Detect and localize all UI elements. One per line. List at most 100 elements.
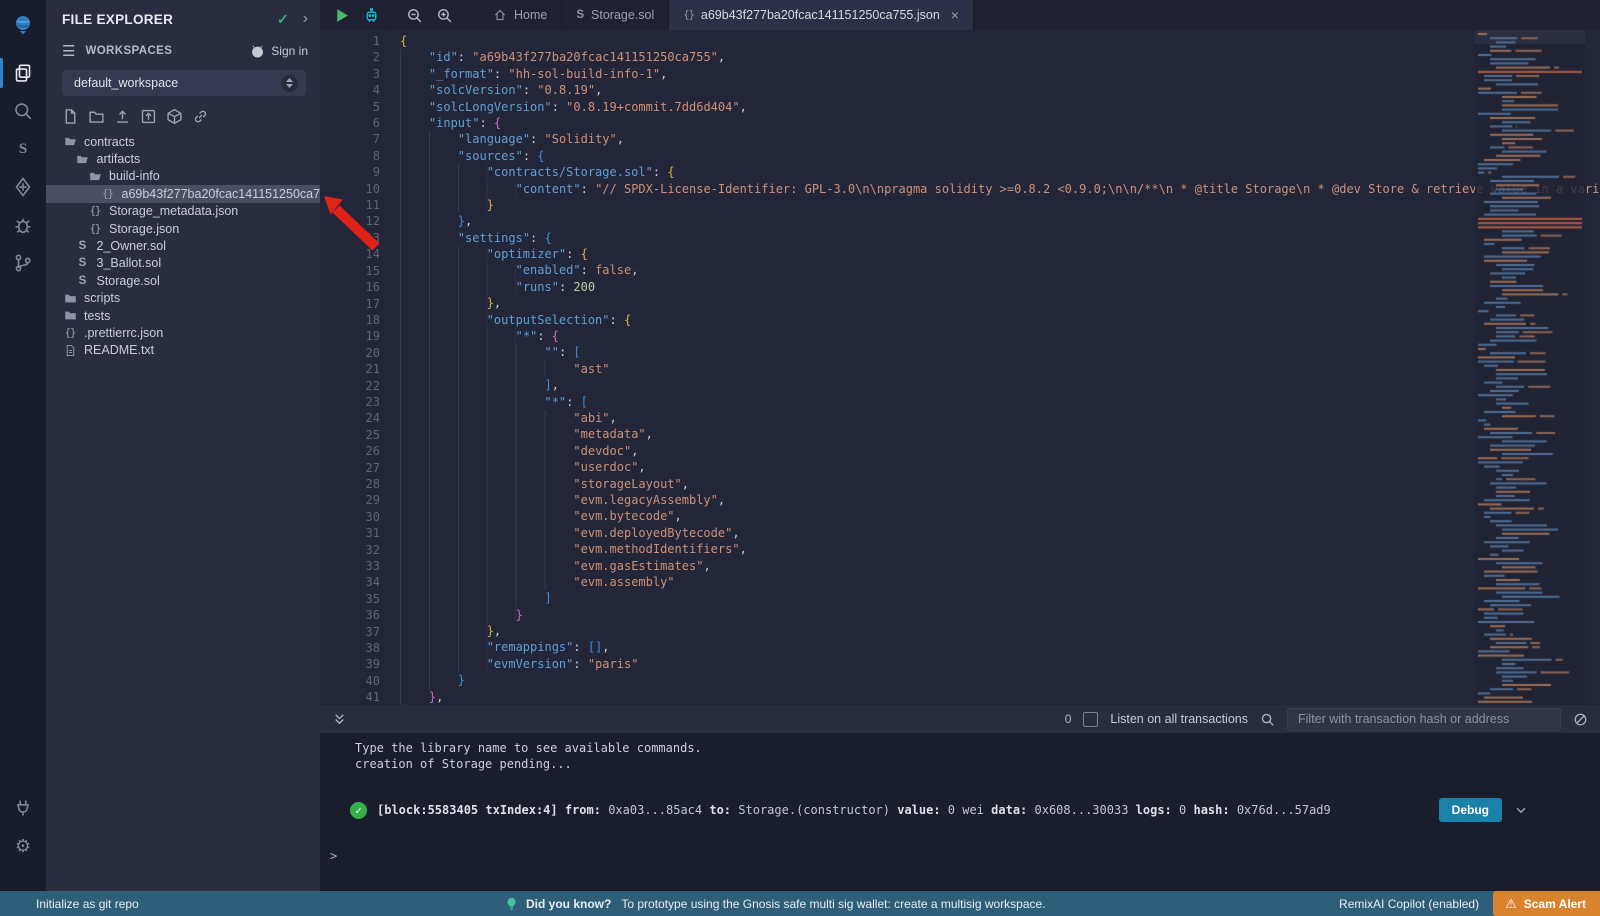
lightbulb-icon bbox=[505, 897, 518, 911]
file-explorer-icon[interactable] bbox=[0, 54, 46, 92]
code-editor[interactable]: 1234567891011121314151617181920212223242… bbox=[320, 30, 1600, 705]
tree-item-label: Storage.json bbox=[109, 222, 179, 236]
transaction-details: [block:5583405 txIndex:4] from: 0xa03...… bbox=[377, 803, 1331, 817]
tree-item[interactable]: {}a69b43f277ba20fcac141151250ca7... bbox=[46, 185, 320, 202]
json-icon: {} bbox=[683, 9, 694, 21]
link-icon[interactable] bbox=[192, 108, 209, 125]
success-check-icon: ✓ bbox=[350, 802, 367, 819]
clear-console-icon[interactable] bbox=[1573, 712, 1588, 727]
tree-item-label: README.txt bbox=[84, 343, 154, 357]
cube-icon[interactable] bbox=[166, 108, 183, 125]
code-line: "solcLongVersion": "0.8.19+commit.7dd6d4… bbox=[400, 99, 1600, 115]
panel-title: FILE EXPLORER bbox=[62, 12, 277, 27]
code-line: }, bbox=[400, 623, 1600, 639]
copilot-status[interactable]: RemixAI Copilot (enabled) bbox=[1339, 897, 1479, 911]
tree-item[interactable]: artifacts bbox=[46, 150, 320, 167]
sign-in-button[interactable]: Sign in bbox=[250, 44, 308, 59]
run-script-button[interactable] bbox=[333, 7, 350, 24]
code-line: "solcVersion": "0.8.19", bbox=[400, 82, 1600, 98]
code-line: "id": "a69b43f277ba20fcac141151250ca755"… bbox=[400, 49, 1600, 65]
file-icon bbox=[62, 343, 78, 357]
tree-item[interactable]: {}.prettierrc.json bbox=[46, 324, 320, 341]
debug-button[interactable]: Debug bbox=[1439, 798, 1502, 822]
solidity-compiler-icon[interactable]: S bbox=[0, 130, 46, 168]
git-icon[interactable] bbox=[0, 244, 46, 282]
plugin-manager-icon[interactable] bbox=[0, 789, 46, 827]
code-line: "sources": { bbox=[400, 148, 1600, 164]
tab-storage-sol[interactable]: SStorage.sol bbox=[562, 0, 669, 30]
updown-icon bbox=[281, 75, 298, 92]
code-line: "userdoc", bbox=[400, 459, 1600, 475]
expand-transaction-icon[interactable] bbox=[1514, 803, 1528, 817]
icon-rail: S ⚙ bbox=[0, 0, 46, 891]
tab-label: Home bbox=[514, 8, 547, 22]
tree-item[interactable]: build-info bbox=[46, 168, 320, 185]
zoom-in-icon[interactable] bbox=[436, 7, 453, 24]
json-icon: {} bbox=[100, 187, 116, 201]
new-folder-icon[interactable] bbox=[88, 108, 105, 125]
tab-label: a69b43f277ba20fcac141151250ca755.json bbox=[701, 8, 940, 22]
tree-item-label: build-info bbox=[109, 169, 160, 183]
terminal-prompt[interactable]: > bbox=[330, 849, 337, 863]
code-line: } bbox=[400, 607, 1600, 623]
copilot-robot-icon[interactable] bbox=[363, 7, 380, 24]
settings-icon[interactable]: ⚙ bbox=[0, 827, 46, 865]
editor-content: {"id": "a69b43f277ba20fcac141151250ca755… bbox=[400, 33, 1600, 705]
folder-open-icon bbox=[75, 152, 91, 166]
upload-file-icon[interactable] bbox=[114, 108, 131, 125]
tab-home[interactable]: Home bbox=[479, 0, 562, 30]
remix-ide-window: S ⚙ FILE EXPLORER ✓ › ☰ WORKSPACES Sign … bbox=[0, 0, 1600, 916]
tree-item[interactable]: contracts bbox=[46, 133, 320, 150]
tree-item[interactable]: README.txt bbox=[46, 342, 320, 359]
tab-label: Storage.sol bbox=[591, 8, 654, 22]
terminal-line: creation of Storage pending... bbox=[320, 756, 1600, 772]
tree-item[interactable]: {}Storage_metadata.json bbox=[46, 203, 320, 220]
tree-item[interactable]: SStorage.sol bbox=[46, 272, 320, 289]
chevron-right-icon[interactable]: › bbox=[303, 10, 308, 28]
listen-checkbox[interactable] bbox=[1083, 712, 1098, 727]
code-line: "remappings": [], bbox=[400, 639, 1600, 655]
code-line: ] bbox=[400, 590, 1600, 606]
hamburger-menu-icon[interactable]: ☰ bbox=[62, 42, 75, 60]
new-file-icon[interactable] bbox=[62, 108, 79, 125]
close-tab-icon[interactable]: × bbox=[951, 7, 959, 23]
init-git-repo-button[interactable]: Initialize as git repo bbox=[0, 897, 139, 911]
minimap[interactable] bbox=[1475, 30, 1585, 705]
tree-item[interactable]: scripts bbox=[46, 290, 320, 307]
transaction-count-badge: 0 bbox=[1065, 712, 1072, 726]
deploy-run-icon[interactable] bbox=[0, 168, 46, 206]
folder-icon bbox=[62, 291, 78, 305]
code-line: "outputSelection": { bbox=[400, 312, 1600, 328]
transaction-log-row[interactable]: ✓ [block:5583405 txIndex:4] from: 0xa03.… bbox=[320, 798, 1600, 822]
debugger-icon[interactable] bbox=[0, 206, 46, 244]
code-line: "evm.gasEstimates", bbox=[400, 558, 1600, 574]
filter-input[interactable] bbox=[1287, 708, 1561, 731]
tree-item[interactable]: S3_Ballot.sol bbox=[46, 255, 320, 272]
code-line: "evm.bytecode", bbox=[400, 508, 1600, 524]
github-icon bbox=[250, 44, 265, 59]
code-line: "language": "Solidity", bbox=[400, 131, 1600, 147]
tree-item[interactable]: tests bbox=[46, 307, 320, 324]
code-line: } bbox=[400, 672, 1600, 688]
code-line: "devdoc", bbox=[400, 443, 1600, 459]
terminal-line: Type the library name to see available c… bbox=[320, 733, 1600, 756]
zoom-out-icon[interactable] bbox=[406, 7, 423, 24]
json-icon: {} bbox=[87, 222, 103, 236]
check-icon: ✓ bbox=[277, 11, 289, 28]
collapse-terminal-icon[interactable] bbox=[332, 712, 347, 727]
workspace-select[interactable]: default_workspace bbox=[62, 70, 306, 96]
search-icon[interactable] bbox=[0, 92, 46, 130]
sol-icon: S bbox=[75, 274, 91, 288]
code-line: "evm.legacyAssembly", bbox=[400, 492, 1600, 508]
scam-alert-badge[interactable]: ⚠ Scam Alert bbox=[1493, 891, 1600, 916]
code-line: }, bbox=[400, 295, 1600, 311]
tab-a69b43f277ba20fcac141151250ca755-json[interactable]: {} a69b43f277ba20fcac141151250ca755.json × bbox=[669, 0, 974, 30]
tree-item-label: 2_Owner.sol bbox=[97, 239, 166, 253]
upload-folder-icon[interactable] bbox=[140, 108, 157, 125]
tree-item[interactable]: {} Storage.json bbox=[46, 220, 320, 237]
folder-open-icon bbox=[87, 169, 103, 183]
tab-bar: Home SStorage.sol {} a69b43f277ba20fcac1411… bbox=[320, 0, 1600, 30]
code-line: "evm.deployedBytecode", bbox=[400, 525, 1600, 541]
tree-item[interactable]: S2_Owner.sol bbox=[46, 237, 320, 254]
terminal[interactable]: Type the library name to see available c… bbox=[320, 733, 1600, 891]
